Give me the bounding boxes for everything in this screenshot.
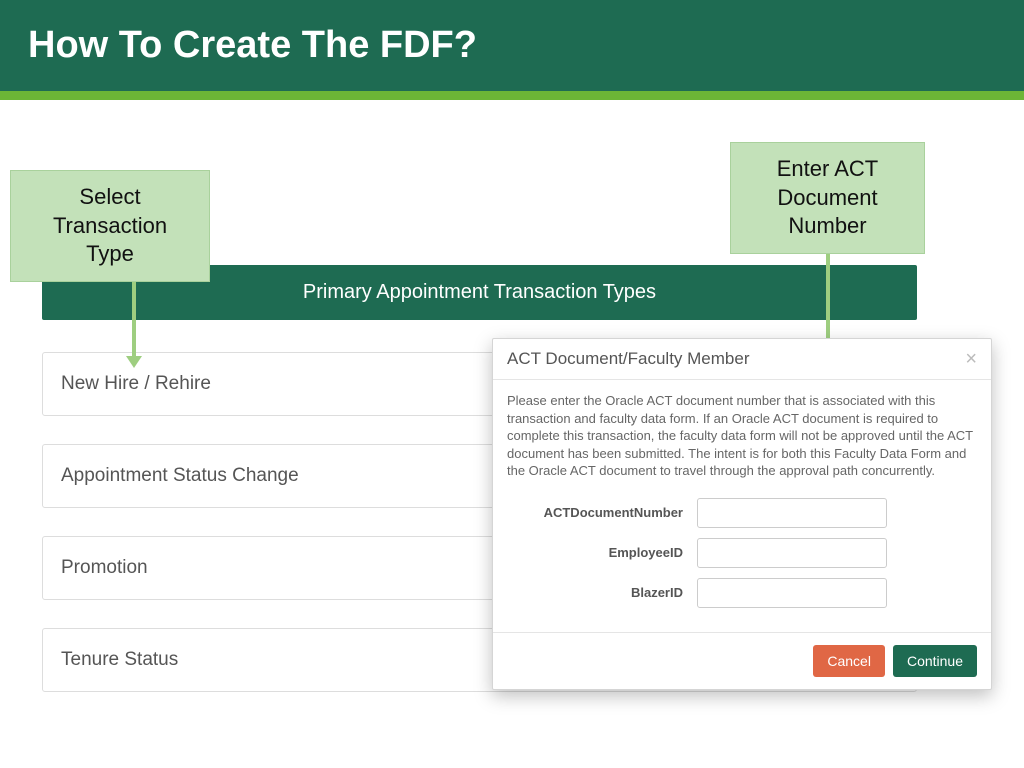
form-row-employee-id: EmployeeID [507, 538, 977, 568]
page-title: How To Create The FDF? [28, 24, 477, 66]
dialog-header: ACT Document/Faculty Member × [493, 339, 991, 380]
section-header-text: Primary Appointment Transaction Types [303, 281, 656, 303]
banner-underline [0, 91, 1024, 100]
employee-id-label: EmployeeID [507, 545, 697, 560]
transaction-type-label: Appointment Status Change [61, 465, 299, 486]
form-row-blazer-id: BlazerID [507, 578, 977, 608]
callout-left-text: Select Transaction Type [53, 184, 167, 266]
blazer-id-input[interactable] [697, 578, 887, 608]
act-document-dialog: ACT Document/Faculty Member × Please ent… [492, 338, 992, 690]
form-row-act-number: ACTDocumentNumber [507, 498, 977, 528]
blazer-id-label: BlazerID [507, 585, 697, 600]
dialog-title: ACT Document/Faculty Member [507, 349, 749, 369]
act-number-input[interactable] [697, 498, 887, 528]
transaction-type-label: Promotion [61, 557, 148, 578]
transaction-type-label: Tenure Status [61, 649, 178, 670]
page-title-banner: How To Create The FDF? [0, 0, 1024, 91]
employee-id-input[interactable] [697, 538, 887, 568]
callout-enter-act-number: Enter ACT Document Number [730, 142, 925, 254]
dialog-description: Please enter the Oracle ACT document num… [507, 392, 977, 480]
transaction-type-label: New Hire / Rehire [61, 373, 211, 394]
dialog-footer: Cancel Continue [493, 632, 991, 689]
act-number-label: ACTDocumentNumber [507, 505, 697, 520]
callout-right-text: Enter ACT Document Number [777, 156, 878, 238]
continue-button[interactable]: Continue [893, 645, 977, 677]
dialog-body: Please enter the Oracle ACT document num… [493, 380, 991, 632]
callout-select-transaction-type: Select Transaction Type [10, 170, 210, 282]
cancel-button[interactable]: Cancel [813, 645, 885, 677]
close-icon[interactable]: × [965, 349, 977, 369]
